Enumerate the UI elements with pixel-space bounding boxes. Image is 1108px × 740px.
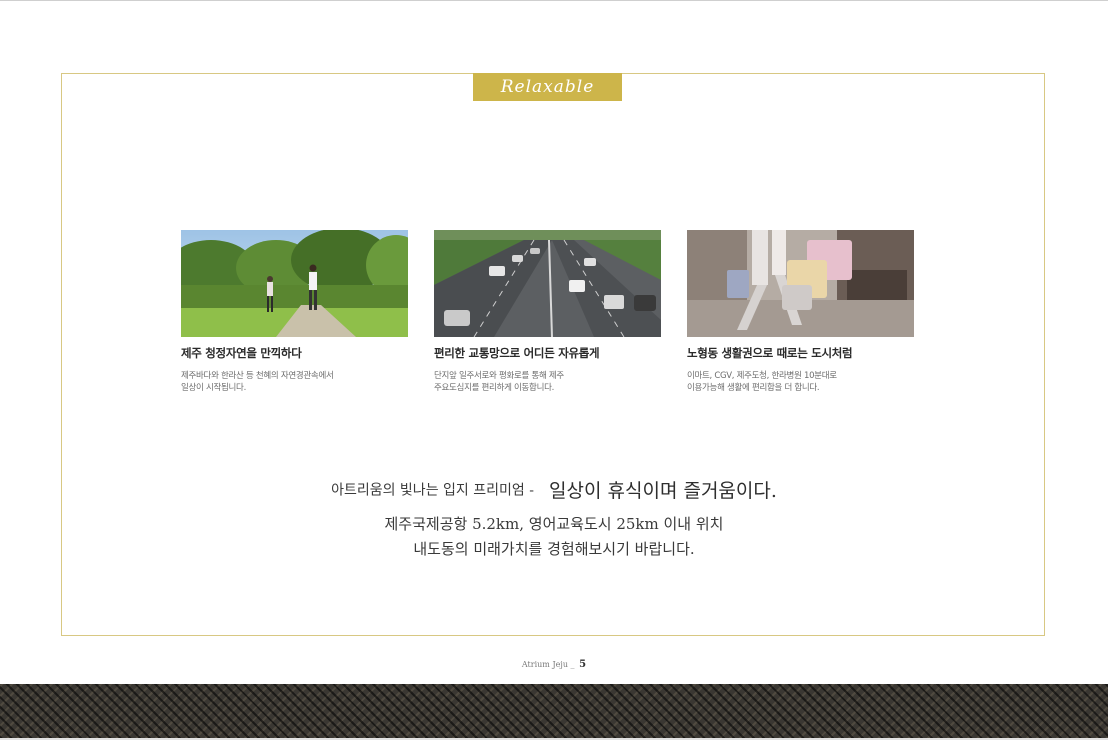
card-title: 노형동 생활권으로 때로는 도시처럼 [687, 346, 853, 360]
feature-card-city-life: 노형동 생활권으로 때로는 도시처럼 이마트, CGV, 제주도청, 한라병원 … [687, 230, 914, 394]
footer-pattern-band [0, 684, 1108, 738]
card-title: 제주 청정자연을 만끽하다 [181, 346, 302, 360]
tagline-prefix: 아트리움의 빛나는 입지 프리미엄 - [331, 482, 534, 499]
card-description: 단지앞 일주서로와 평화로를 통해 제주 주요도심지를 편리하게 이동합니다. [434, 370, 661, 394]
page-number: 5 [579, 659, 587, 670]
feature-card-transport: 편리한 교통망으로 어디든 자유롭게 단지앞 일주서로와 평화로를 통해 제주 … [434, 230, 661, 394]
value-statement: 내도동의 미래가치를 경험해보시기 바랍니다. [413, 540, 695, 558]
card-desc-line: 주요도심지를 편리하게 이동합니다. [434, 383, 555, 393]
card-title: 편리한 교통망으로 어디든 자유롭게 [434, 346, 600, 360]
card-desc-line: 이마트, CGV, 제주도청, 한라병원 10분대로 [687, 371, 837, 381]
card-description: 제주바다와 한라산 등 천혜의 자연경관속에서 일상이 시작됩니다. [181, 370, 408, 394]
brochure-page: Relaxable 제주 청정자연을 만끽하다 제주바다와 한라산 등 천혜의 … [0, 0, 1108, 740]
card-desc-line: 일상이 시작됩니다. [181, 383, 246, 393]
page-folio: Atrium Jeju _ 5 [0, 659, 1108, 670]
card-desc-line: 단지앞 일주서로와 평화로를 통해 제주 [434, 371, 564, 381]
highway-traffic-photo [434, 230, 661, 337]
jogging-park-photo [181, 230, 408, 337]
tagline-headline: 일상이 휴식이며 즐거움이다. [549, 480, 777, 502]
card-description: 이마트, CGV, 제주도청, 한라병원 10분대로 이용가능해 생활에 편리함… [687, 370, 914, 394]
folio-label: Atrium Jeju _ [521, 660, 575, 669]
section-ribbon: Relaxable [473, 73, 622, 101]
feature-card-nature: 제주 청정자연을 만끽하다 제주바다와 한라산 등 천혜의 자연경관속에서 일상… [181, 230, 408, 394]
shopping-bags-photo [687, 230, 914, 337]
card-desc-line: 이용가능해 생활에 편리함을 더 합니다. [687, 383, 820, 393]
card-desc-line: 제주바다와 한라산 등 천혜의 자연경관속에서 [181, 371, 334, 381]
top-divider [0, 0, 1108, 1]
tagline: 아트리움의 빛나는 입지 프리미엄 - 일상이 휴식이며 즐거움이다. [0, 476, 1108, 503]
location-summary: 제주국제공항 5.2km, 영어교육도시 25km 이내 위치 [384, 515, 724, 533]
